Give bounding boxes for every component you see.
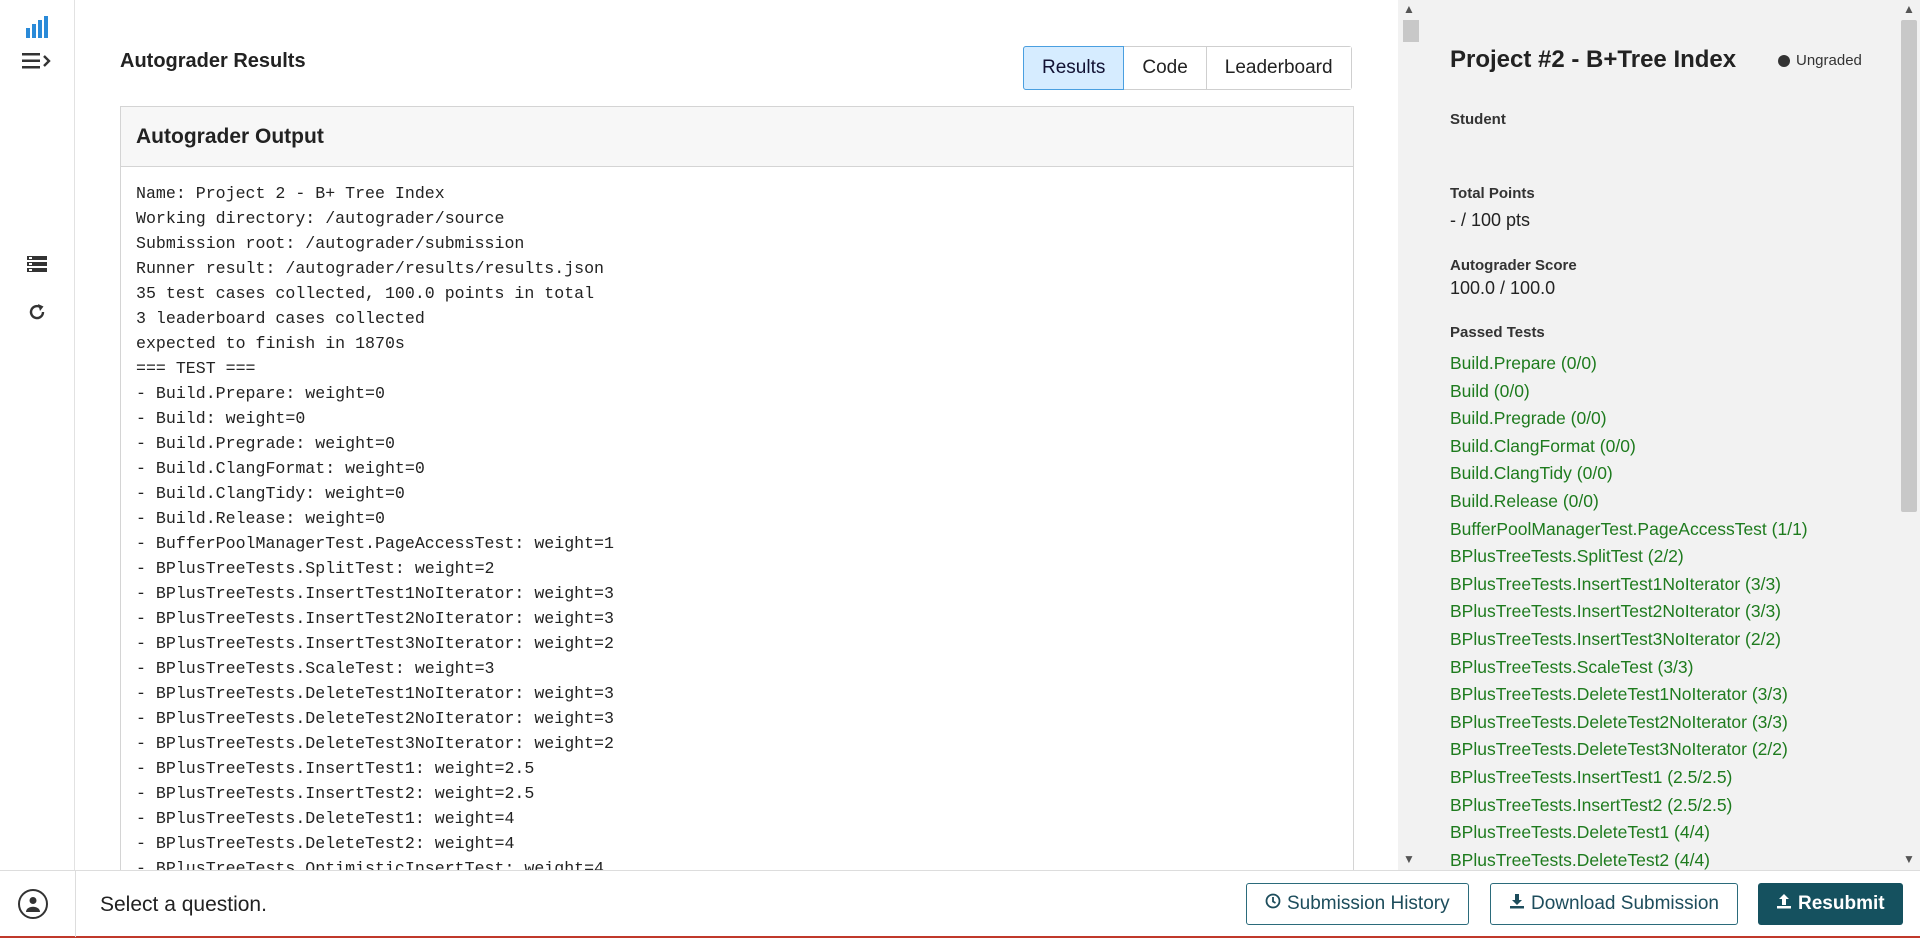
list-icon[interactable] <box>22 249 52 279</box>
passed-test-link[interactable]: BPlusTreeTests.DeleteTest2NoIterator (3/… <box>1450 709 1808 737</box>
submission-history-label: Submission History <box>1287 893 1450 914</box>
log-line: - Build.Release: weight=0 <box>136 509 385 528</box>
submission-history-button[interactable]: Submission History <box>1246 883 1469 925</box>
log-line: - BPlusTreeTests.InsertTest2NoIterator: … <box>136 609 614 628</box>
main-content: Autograder Results Results Code Leaderbo… <box>76 0 1399 870</box>
sidebar-scrollbar[interactable]: ▲ ▼ <box>1898 0 1920 870</box>
log-line: - BPlusTreeTests.ScaleTest: weight=3 <box>136 659 495 678</box>
passed-test-link[interactable]: BufferPoolManagerTest.PageAccessTest (1/… <box>1450 516 1808 544</box>
log-line: - BPlusTreeTests.InsertTest2: weight=2.5 <box>136 784 535 803</box>
project-title: Project #2 - B+Tree Index <box>1450 46 1737 73</box>
passed-test-link[interactable]: BPlusTreeTests.InsertTest2NoIterator (3/… <box>1450 598 1808 626</box>
passed-tests-list: Build.Prepare (0/0) Build (0/0) Build.Preg… <box>1450 350 1808 874</box>
log-line: - BPlusTreeTests.InsertTest1: weight=2.5 <box>136 759 535 778</box>
status-text: Ungraded <box>1796 52 1862 69</box>
select-question-prompt: Select a question. <box>100 893 267 916</box>
log-line: Working directory: /autograder/source <box>136 209 505 228</box>
refresh-icon[interactable] <box>22 297 52 327</box>
log-line: - BPlusTreeTests.InsertTest3NoIterator: … <box>136 634 614 653</box>
submission-summary: Project #2 - B+Tree Index Ungraded Stude… <box>1450 0 1880 870</box>
passed-test-link[interactable]: BPlusTreeTests.InsertTest3NoIterator (2/… <box>1450 626 1808 654</box>
scroll-up-icon[interactable]: ▲ <box>1903 2 1915 16</box>
log-line: 35 test cases collected, 100.0 points in… <box>136 284 595 303</box>
passed-test-link[interactable]: Build.ClangTidy (0/0) <box>1450 460 1808 488</box>
autograder-log: Name: Project 2 - B+ Tree Index Working d… <box>121 167 1353 870</box>
menu-expand-icon[interactable] <box>22 46 52 76</box>
tab-leaderboard[interactable]: Leaderboard <box>1206 47 1351 89</box>
status-dot-icon <box>1778 54 1790 67</box>
clock-icon <box>1265 893 1281 915</box>
download-submission-label: Download Submission <box>1531 893 1719 914</box>
passed-test-link[interactable]: BPlusTreeTests.DeleteTest1NoIterator (3/… <box>1450 681 1808 709</box>
page-title: Autograder Results <box>120 50 306 72</box>
autograder-score-label: Autograder Score <box>1450 257 1577 274</box>
log-line: - BPlusTreeTests.DeleteTest1: weight=4 <box>136 809 515 828</box>
passed-test-link[interactable]: Build.Pregrade (0/0) <box>1450 405 1808 433</box>
footer-bar: Select a question. Submission History Do… <box>0 870 1920 938</box>
scroll-up-icon[interactable]: ▲ <box>1403 2 1415 16</box>
passed-test-link[interactable]: Build.Prepare (0/0) <box>1450 350 1808 378</box>
passed-test-link[interactable]: BPlusTreeTests.InsertTest1 (2.5/2.5) <box>1450 764 1808 792</box>
scroll-down-icon[interactable]: ▼ <box>1903 852 1915 866</box>
log-line: - Build: weight=0 <box>136 409 306 428</box>
log-line: - Build.ClangTidy: weight=0 <box>136 484 405 503</box>
passed-test-link[interactable]: BPlusTreeTests.DeleteTest3NoIterator (2/… <box>1450 736 1808 764</box>
panel-title: Autograder Output <box>121 107 1353 167</box>
tab-results[interactable]: Results <box>1023 46 1125 90</box>
left-panel-scrollbar[interactable]: ▲ ▼ <box>1398 0 1420 870</box>
resubmit-button[interactable]: Resubmit <box>1758 883 1903 925</box>
passed-test-link[interactable]: BPlusTreeTests.DeleteTest1 (4/4) <box>1450 819 1808 847</box>
status-badge: Ungraded <box>1778 52 1862 69</box>
user-avatar-icon[interactable] <box>18 889 48 919</box>
log-line: - BPlusTreeTests.DeleteTest2: weight=4 <box>136 834 515 853</box>
scrollbar-thumb[interactable] <box>1901 20 1917 512</box>
footer-divider <box>75 871 76 937</box>
left-rail <box>0 0 75 870</box>
view-tabs: Results Code Leaderboard <box>1023 46 1352 90</box>
log-line: - Build.Prepare: weight=0 <box>136 384 385 403</box>
log-line: Name: Project 2 - B+ Tree Index <box>136 184 445 203</box>
download-icon <box>1509 893 1525 915</box>
log-line: - Build.Pregrade: weight=0 <box>136 434 395 453</box>
log-line: - BPlusTreeTests.SplitTest: weight=2 <box>136 559 495 578</box>
tab-code[interactable]: Code <box>1124 47 1207 89</box>
total-points-value: - / 100 pts <box>1450 210 1531 230</box>
passed-test-link[interactable]: Build.Release (0/0) <box>1450 488 1808 516</box>
passed-tests-label: Passed Tests <box>1450 324 1545 341</box>
autograder-output-panel: Autograder Output Name: Project 2 - B+ T… <box>120 106 1354 870</box>
log-line: - BufferPoolManagerTest.PageAccessTest: … <box>136 534 614 553</box>
passed-test-link[interactable]: BPlusTreeTests.SplitTest (2/2) <box>1450 543 1808 571</box>
log-line: Runner result: /autograder/results/resul… <box>136 259 605 278</box>
scrollbar-thumb[interactable] <box>1403 20 1419 42</box>
passed-test-link[interactable]: Build (0/0) <box>1450 378 1808 406</box>
log-line: expected to finish in 1870s <box>136 334 405 353</box>
log-line: Submission root: /autograder/submission <box>136 234 525 253</box>
scroll-down-icon[interactable]: ▼ <box>1403 852 1415 866</box>
passed-test-link[interactable]: BPlusTreeTests.ScaleTest (3/3) <box>1450 654 1808 682</box>
student-label: Student <box>1450 111 1506 128</box>
log-line: - Build.ClangFormat: weight=0 <box>136 459 425 478</box>
passed-test-link[interactable]: Build.ClangFormat (0/0) <box>1450 433 1808 461</box>
log-line: === TEST === <box>136 359 256 378</box>
log-line: - BPlusTreeTests.InsertTest1NoIterator: … <box>136 584 614 603</box>
log-line: - BPlusTreeTests.DeleteTest2NoIterator: … <box>136 709 614 728</box>
download-submission-button[interactable]: Download Submission <box>1490 883 1738 925</box>
log-line: - BPlusTreeTests.OptimisticInsertTest: w… <box>136 859 605 870</box>
bar-chart-icon[interactable] <box>22 12 52 42</box>
log-line: 3 leaderboard cases collected <box>136 309 425 328</box>
log-line: - BPlusTreeTests.DeleteTest1NoIterator: … <box>136 684 614 703</box>
autograder-score-value: 100.0 / 100.0 <box>1450 278 1556 298</box>
passed-test-link[interactable]: BPlusTreeTests.InsertTest1NoIterator (3/… <box>1450 571 1808 599</box>
resubmit-label: Resubmit <box>1798 893 1885 914</box>
log-line: - BPlusTreeTests.DeleteTest3NoIterator: … <box>136 734 614 753</box>
passed-test-link[interactable]: BPlusTreeTests.InsertTest2 (2.5/2.5) <box>1450 792 1808 820</box>
upload-icon <box>1776 893 1792 915</box>
total-points-label: Total Points <box>1450 185 1535 202</box>
